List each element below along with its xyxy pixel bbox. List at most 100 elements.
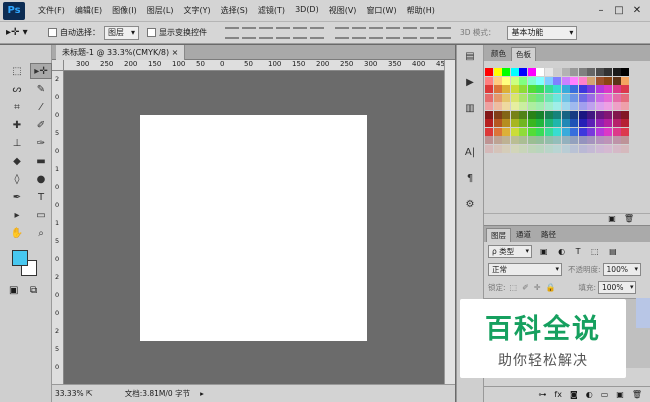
color-swatch[interactable] xyxy=(604,136,612,144)
show-transform-checkbox[interactable] xyxy=(147,28,156,37)
color-swatch[interactable] xyxy=(510,110,519,119)
eraser-tool-icon[interactable]: ◆ xyxy=(6,153,28,169)
menu-type[interactable]: 文字(Y) xyxy=(178,5,215,16)
screen-mode-icon[interactable]: ⧉ xyxy=(30,285,37,296)
zoom-tool-icon[interactable]: ⌕ xyxy=(30,225,52,241)
color-swatch[interactable] xyxy=(502,76,510,85)
color-swatch[interactable] xyxy=(570,85,578,93)
color-swatch[interactable] xyxy=(553,85,561,93)
color-swatch[interactable] xyxy=(544,68,553,76)
color-swatch[interactable] xyxy=(621,102,629,110)
hand-tool-icon[interactable]: ✋ xyxy=(6,225,28,241)
new-swatch-icon[interactable]: ▣ xyxy=(608,214,616,225)
color-swatch[interactable] xyxy=(570,102,578,110)
color-swatch[interactable] xyxy=(570,76,578,85)
color-swatch[interactable] xyxy=(544,76,553,85)
color-swatch[interactable] xyxy=(587,127,595,136)
color-swatch[interactable] xyxy=(536,85,544,93)
color-swatch[interactable] xyxy=(536,93,544,102)
menu-file[interactable]: 文件(F) xyxy=(33,5,70,16)
color-swatch[interactable] xyxy=(612,119,621,127)
color-swatch[interactable] xyxy=(612,76,621,85)
color-swatch[interactable] xyxy=(544,136,553,144)
color-swatch[interactable] xyxy=(578,144,587,153)
paragraph-panel-icon[interactable]: ¶ xyxy=(457,173,483,193)
color-swatch[interactable] xyxy=(604,144,612,153)
color-swatch[interactable] xyxy=(604,68,612,76)
dodge-tool-icon[interactable]: ● xyxy=(30,171,52,187)
color-swatch[interactable] xyxy=(510,102,519,110)
color-swatch[interactable] xyxy=(502,110,510,119)
color-swatch[interactable] xyxy=(519,93,527,102)
color-swatch[interactable] xyxy=(587,76,595,85)
color-swatch[interactable] xyxy=(510,127,519,136)
tab-paths[interactable]: 路径 xyxy=(536,227,561,242)
color-swatch[interactable] xyxy=(536,144,544,153)
auto-select-dropdown[interactable]: 图层 xyxy=(104,25,139,40)
color-swatch[interactable] xyxy=(553,136,561,144)
color-swatch[interactable] xyxy=(493,119,502,127)
color-swatch[interactable] xyxy=(587,110,595,119)
actions-panel-icon[interactable]: ▶ xyxy=(457,77,483,97)
color-swatch[interactable] xyxy=(604,85,612,93)
color-swatch[interactable] xyxy=(502,127,510,136)
color-swatch[interactable] xyxy=(519,76,527,85)
color-swatch[interactable] xyxy=(570,127,578,136)
color-swatch[interactable] xyxy=(502,85,510,93)
color-swatch[interactable] xyxy=(544,93,553,102)
color-swatch[interactable] xyxy=(527,93,536,102)
color-swatch[interactable] xyxy=(519,85,527,93)
color-swatch[interactable] xyxy=(553,102,561,110)
color-swatch[interactable] xyxy=(536,76,544,85)
delete-layer-icon[interactable]: 🗑 xyxy=(632,390,642,399)
color-swatch[interactable] xyxy=(553,68,561,76)
color-swatch[interactable] xyxy=(485,76,493,85)
color-swatch[interactable] xyxy=(502,136,510,144)
color-swatch[interactable] xyxy=(527,102,536,110)
color-swatch[interactable] xyxy=(519,127,527,136)
color-swatch[interactable] xyxy=(621,110,629,119)
filter-icons[interactable]: ▣ ◐ T ⬚ ▤ xyxy=(540,247,621,256)
color-swatch[interactable] xyxy=(527,127,536,136)
color-swatch[interactable] xyxy=(510,68,519,76)
color-swatch[interactable] xyxy=(485,68,493,76)
color-swatch[interactable] xyxy=(595,102,604,110)
color-swatch[interactable] xyxy=(553,144,561,153)
color-swatch[interactable] xyxy=(493,136,502,144)
color-swatch[interactable] xyxy=(553,76,561,85)
color-swatch[interactable] xyxy=(553,127,561,136)
color-swatch[interactable] xyxy=(561,102,570,110)
menu-filter[interactable]: 滤镜(T) xyxy=(253,5,290,16)
color-swatch[interactable] xyxy=(570,68,578,76)
distribute-icons[interactable] xyxy=(335,26,454,39)
color-swatch[interactable] xyxy=(612,93,621,102)
color-swatch[interactable] xyxy=(485,93,493,102)
workspace-dropdown[interactable]: 基本功能 xyxy=(507,25,578,40)
color-swatch[interactable] xyxy=(493,85,502,93)
canvas-area[interactable] xyxy=(64,71,444,384)
color-swatch[interactable] xyxy=(612,102,621,110)
color-swatch[interactable] xyxy=(527,119,536,127)
color-swatch[interactable] xyxy=(578,76,587,85)
color-swatch[interactable] xyxy=(612,85,621,93)
rectangle-tool-icon[interactable]: ▭ xyxy=(30,207,52,223)
color-swatch[interactable] xyxy=(595,85,604,93)
color-swatch[interactable] xyxy=(527,110,536,119)
color-swatch[interactable] xyxy=(595,76,604,85)
color-swatch[interactable] xyxy=(561,93,570,102)
color-swatch[interactable] xyxy=(485,144,493,153)
color-swatch[interactable] xyxy=(527,68,536,76)
menu-view[interactable]: 视图(V) xyxy=(324,5,362,16)
path-select-icon[interactable]: ▸ xyxy=(6,207,28,223)
color-swatch[interactable] xyxy=(612,136,621,144)
color-swatch[interactable] xyxy=(621,93,629,102)
healing-brush-icon[interactable]: ✚ xyxy=(6,117,28,133)
color-swatch[interactable] xyxy=(578,102,587,110)
color-swatch[interactable] xyxy=(595,136,604,144)
tool-presets-icon[interactable]: ⚙ xyxy=(457,199,483,219)
adjustment-layer-icon[interactable]: ◐ xyxy=(586,390,593,399)
color-swatch[interactable] xyxy=(561,76,570,85)
color-swatch[interactable] xyxy=(502,102,510,110)
color-swatch[interactable] xyxy=(502,93,510,102)
menu-3d[interactable]: 3D(D) xyxy=(290,5,324,16)
